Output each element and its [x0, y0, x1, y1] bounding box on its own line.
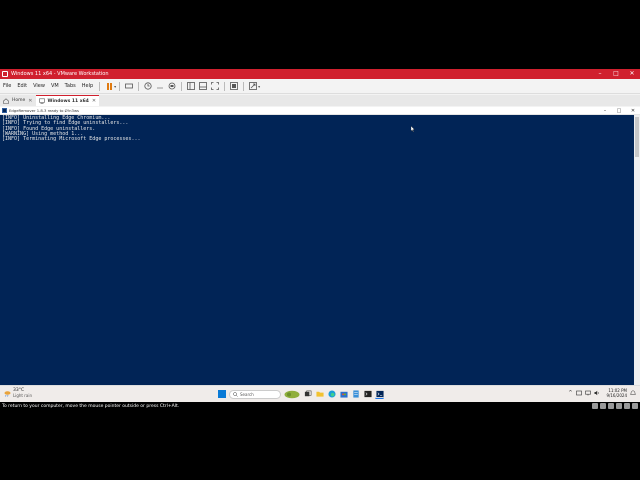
- close-icon[interactable]: ✕: [92, 98, 96, 104]
- stretch-icon: [249, 82, 258, 90]
- tab-windows-11-x64-label: Windows 11 x64: [47, 98, 89, 104]
- snapshot-manager-button[interactable]: [168, 82, 177, 91]
- minimize-icon[interactable]: –: [598, 107, 612, 115]
- device-status-icons: [592, 403, 638, 409]
- sidebar-icon: [187, 82, 196, 90]
- close-icon[interactable]: ✕: [28, 98, 32, 104]
- unity-button[interactable]: [230, 82, 239, 91]
- task-view-icon[interactable]: [303, 390, 312, 399]
- unity-icon: [230, 82, 239, 90]
- chevron-down-icon[interactable]: ▾: [114, 84, 116, 89]
- system-tray: ^ 11:02 PM 9/16/2024: [567, 388, 636, 398]
- snapshot-button[interactable]: [144, 82, 153, 91]
- tab-windows-11-x64[interactable]: Windows 11 x64 ✕: [35, 95, 100, 106]
- tab-home-label: Home: [12, 98, 26, 103]
- thumbnail-icon: [199, 82, 208, 90]
- revert-snapshot-button[interactable]: [156, 82, 165, 91]
- dots-icon: [157, 87, 163, 89]
- toolbar-separator: [243, 81, 245, 91]
- network-icon[interactable]: [585, 390, 592, 396]
- vmware-titlebar[interactable]: Windows 11 x64 - VMware Workstation – □ …: [0, 69, 640, 79]
- search-highlight-icon[interactable]: [284, 390, 300, 399]
- close-icon[interactable]: ✕: [626, 107, 640, 115]
- menu-tabs[interactable]: Tabs: [62, 83, 79, 89]
- console-titlebar[interactable]: EdgeRemover 1.8.3 ready to Ø!n3ws – □ ✕: [0, 107, 640, 115]
- weather-widget[interactable]: 33°C Light rain: [4, 388, 32, 398]
- menu-file[interactable]: File: [0, 83, 14, 89]
- windows-start-icon[interactable]: [218, 390, 226, 398]
- windows-taskbar: 33°C Light rain Search ^ 11:02 PM 9/16/2…: [0, 385, 640, 402]
- vmware-status-bar: To return to your computer, move the mou…: [0, 402, 640, 411]
- thumbnail-bar-button[interactable]: [199, 82, 208, 91]
- tab-home[interactable]: Home ✕: [0, 95, 36, 106]
- menu-view[interactable]: View: [30, 83, 48, 89]
- menu-edit[interactable]: Edit: [14, 83, 30, 89]
- maximize-icon[interactable]: □: [612, 107, 626, 115]
- pause-button[interactable]: [105, 82, 114, 91]
- toolbar-separator: [99, 81, 101, 91]
- keyboard-icon: [125, 83, 134, 89]
- home-icon: [3, 97, 9, 104]
- file-explorer-icon[interactable]: [315, 390, 324, 399]
- volume-icon[interactable]: [594, 390, 600, 396]
- pause-icon: [106, 82, 112, 90]
- toolbar-separator: [138, 81, 140, 91]
- console-window-controls: – □ ✕: [598, 107, 640, 115]
- show-library-button[interactable]: [187, 82, 196, 91]
- display-icon[interactable]: [632, 403, 638, 409]
- vmware-window: Windows 11 x64 - VMware Workstation – □ …: [0, 69, 640, 411]
- notepad-icon[interactable]: [351, 390, 360, 399]
- clock-date: 9/16/2024: [606, 393, 627, 398]
- console-scrollbar[interactable]: [634, 115, 640, 385]
- console-window-title: EdgeRemover 1.8.3 ready to Ø!n3ws: [9, 108, 80, 113]
- toolbar-separator: [119, 81, 121, 91]
- chevron-down-icon[interactable]: ▾: [258, 84, 260, 89]
- send-ctrl-alt-del-button[interactable]: [125, 82, 134, 91]
- console-output[interactable]: [INFO] Uninstalling Edge Chromium... [IN…: [0, 115, 634, 385]
- vmware-window-title: Windows 11 x64 - VMware Workstation: [11, 71, 109, 77]
- network-adapter-icon[interactable]: [608, 403, 614, 409]
- stretch-button[interactable]: [249, 82, 258, 91]
- sound-card-icon[interactable]: [624, 403, 630, 409]
- terminal-icon[interactable]: [363, 390, 372, 399]
- console-line: [INFO] Terminating Microsoft Edge proces…: [2, 136, 141, 143]
- full-screen-button[interactable]: [211, 82, 220, 91]
- vmware-tab-bar: Home ✕ Windows 11 x64 ✕: [0, 95, 640, 106]
- vm-tools-icon[interactable]: [576, 390, 583, 396]
- taskbar-clock[interactable]: 11:02 PM 9/16/2024: [606, 388, 627, 398]
- search-placeholder: Search: [240, 391, 254, 397]
- virtual-machine-icon: [38, 98, 45, 104]
- mouse-cursor-icon: [411, 126, 415, 132]
- clock-icon: [144, 82, 152, 90]
- weather-condition: Light rain: [13, 393, 32, 398]
- menu-vm[interactable]: VM: [48, 83, 62, 89]
- minimize-icon[interactable]: –: [592, 69, 608, 79]
- taskbar-apps: Search: [218, 388, 384, 400]
- toolbar-separator: [181, 81, 183, 91]
- search-icon: [233, 391, 238, 397]
- chevron-up-icon[interactable]: ^: [567, 390, 573, 396]
- toolbar-separator: [224, 81, 226, 91]
- menu-help[interactable]: Help: [79, 83, 96, 89]
- rain-cloud-icon: [4, 390, 11, 397]
- status-message: To return to your computer, move the mou…: [2, 404, 180, 409]
- maximize-icon[interactable]: □: [608, 69, 624, 79]
- guest-screen[interactable]: EdgeRemover 1.8.3 ready to Ø!n3ws – □ ✕ …: [0, 107, 640, 411]
- edge-remover-taskbar-icon[interactable]: [375, 390, 384, 399]
- close-icon[interactable]: ✕: [624, 69, 640, 79]
- fullscreen-icon: [211, 82, 220, 90]
- microsoft-store-icon[interactable]: [339, 390, 348, 399]
- vmware-window-controls: – □ ✕: [592, 69, 640, 79]
- edge-browser-icon[interactable]: [327, 390, 336, 399]
- vmware-app-icon: [2, 71, 8, 77]
- console-icon: [2, 108, 7, 113]
- cd-drive-icon[interactable]: [600, 403, 606, 409]
- taskbar-search-box[interactable]: Search: [229, 389, 281, 399]
- snapshot-manager-icon: [168, 82, 176, 90]
- hard-disk-icon[interactable]: [592, 403, 598, 409]
- scrollbar-thumb[interactable]: [635, 117, 639, 157]
- vmware-menubar: File Edit View VM Tabs Help ▾ ▾: [0, 79, 640, 94]
- usb-icon[interactable]: [616, 403, 622, 409]
- notification-bell-icon[interactable]: [630, 390, 636, 396]
